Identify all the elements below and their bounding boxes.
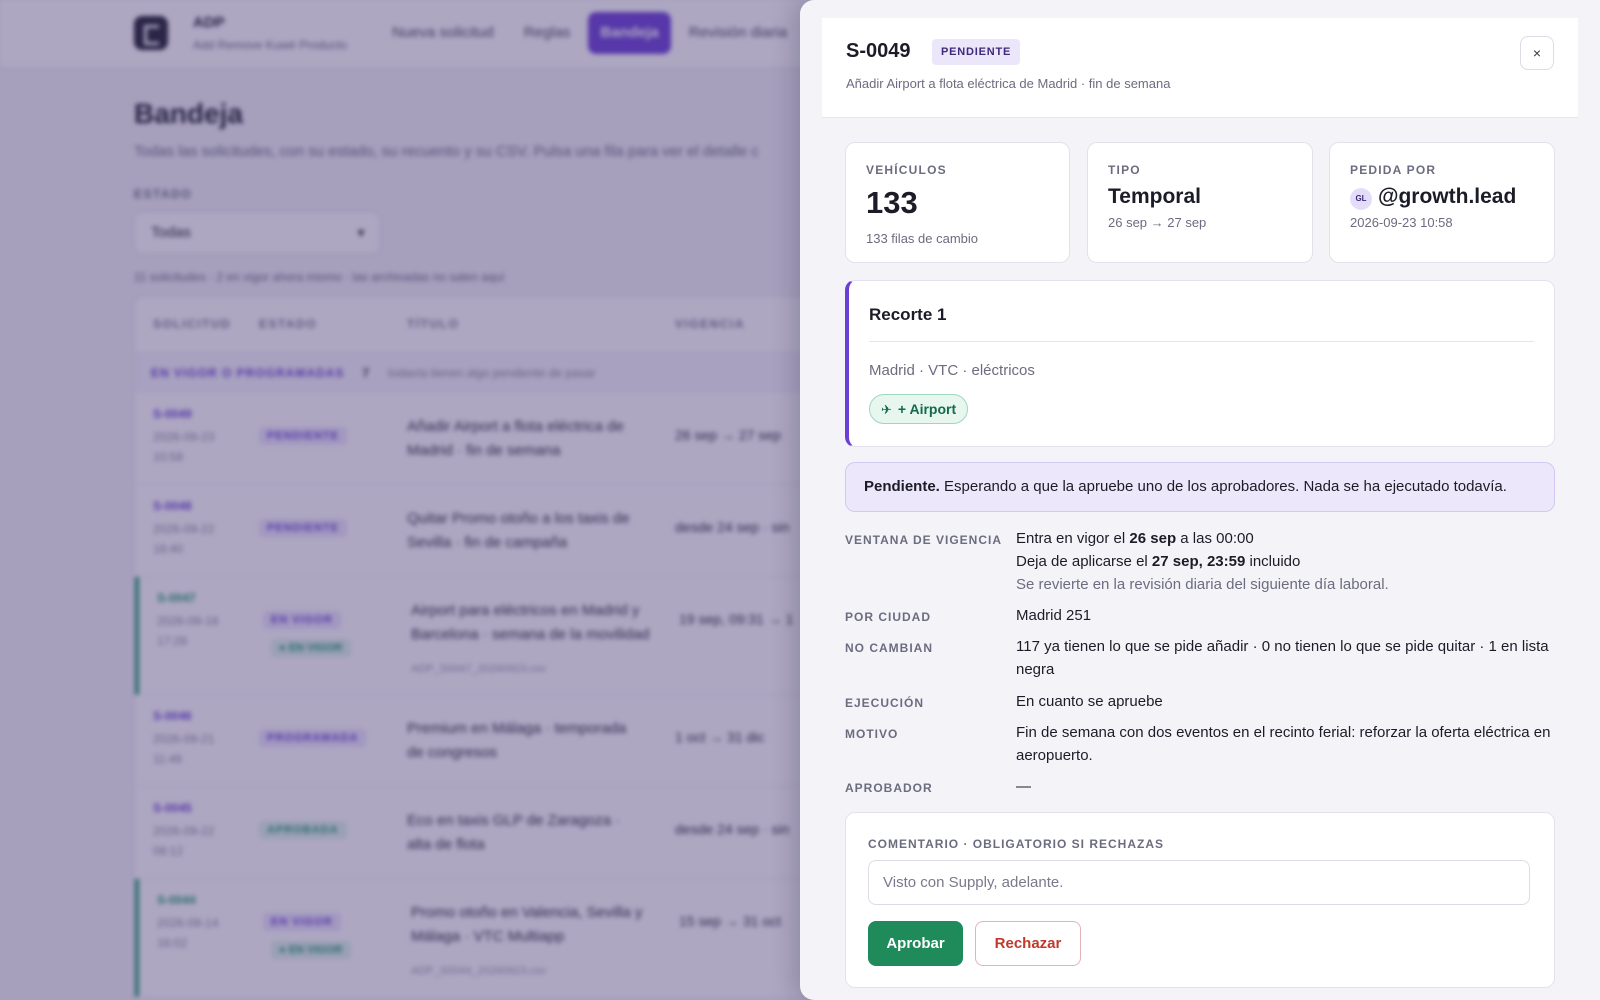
status-badge: PENDIENTE: [932, 39, 1021, 65]
detail-motivo: Fin de semana con dos eventos en el reci…: [1016, 724, 1551, 764]
comment-label: COMENTARIO · OBLIGATORIO SI RECHAZAS: [868, 837, 1164, 851]
text: incluido: [1245, 553, 1301, 570]
close-icon: ×: [1532, 45, 1542, 61]
detail-label-ciudad: POR CIUDAD: [845, 610, 932, 624]
divider: [869, 341, 1534, 342]
status-notice: Pendiente. Esperando a que la apruebe un…: [845, 462, 1555, 512]
recorte-card: Recorte 1 Madrid · VTC · eléctricos ✈ + A…: [845, 280, 1555, 447]
status-notice-bold: Pendiente.: [864, 478, 940, 495]
close-button[interactable]: ×: [1520, 36, 1554, 70]
request-subtitle: Añadir Airport a flota eléctrica de Madr…: [846, 76, 1171, 91]
detail-ventana-line1: Entra en vigor el 26 sep a las 00:00: [1016, 527, 1556, 550]
detail-label-no-cambian: NO CAMBIAN: [845, 641, 933, 655]
recorte-title: Recorte 1: [869, 305, 947, 324]
recorte-scope: Madrid · VTC · eléctricos: [869, 362, 1035, 379]
request-id: S-0049: [846, 40, 911, 62]
comment-input[interactable]: [868, 860, 1530, 905]
approve-button[interactable]: Aprobar: [868, 921, 963, 966]
plane-icon: ✈: [881, 402, 892, 417]
detail-ventana-line2: Deja de aplicarse el 27 sep, 23:59 inclu…: [1016, 550, 1556, 573]
detail-label-ejecucion: EJECUCIÓN: [845, 696, 925, 710]
stat-value: @growth.lead: [1378, 185, 1517, 208]
detail-label-aprobador: APROBADOR: [845, 781, 933, 795]
detail-label-motivo: MOTIVO: [845, 727, 899, 741]
stat-sub: 2026-09-23 10:58: [1350, 215, 1453, 230]
stat-label: PEDIDA POR: [1350, 163, 1437, 177]
detail-ventana-line3: Se revierte en la revisión diaria del si…: [1016, 576, 1389, 593]
drawer-header: S-0049 PENDIENTE Añadir Airport a flota …: [822, 18, 1578, 118]
status-notice-text: Esperando a que la apruebe uno de los ap…: [939, 478, 1507, 495]
stat-card-vehiculos: VEHÍCULOS 133 133 filas de cambio: [845, 142, 1070, 263]
detail-aprobador: —: [1016, 778, 1031, 795]
stat-value: 133: [866, 185, 918, 220]
reject-button[interactable]: Rechazar: [975, 921, 1081, 966]
detail-no-cambian: 117 ya tienen lo que se pide añadir · 0 …: [1016, 638, 1549, 678]
detail-label-ventana: VENTANA DE VIGENCIA: [845, 533, 1003, 547]
request-detail-drawer: S-0049 PENDIENTE Añadir Airport a flota …: [800, 0, 1600, 1000]
stat-sub: 133 filas de cambio: [866, 231, 979, 246]
stat-value: Temporal: [1108, 185, 1201, 208]
chip-label: + Airport: [897, 401, 957, 417]
comment-card: COMENTARIO · OBLIGATORIO SI RECHAZAS Apr…: [845, 812, 1555, 988]
end-date: 27 sep, 23:59: [1151, 553, 1246, 570]
stat-label: VEHÍCULOS: [866, 163, 947, 177]
avatar: GL: [1350, 188, 1372, 210]
detail-ciudad: Madrid 251: [1016, 607, 1092, 624]
text: Entra en vigor el: [1016, 530, 1130, 547]
start-date: 26 sep: [1129, 530, 1177, 547]
stat-card-tipo: TIPO Temporal 26 sep → 27 sep: [1087, 142, 1313, 263]
product-chip-airport: ✈ + Airport: [869, 394, 969, 424]
stat-card-pedida-por: PEDIDA POR GL @growth.lead 2026-09-23 10…: [1329, 142, 1555, 263]
text: Deja de aplicarse el: [1016, 553, 1152, 570]
stat-sub: 26 sep → 27 sep: [1108, 215, 1207, 230]
text: a las 00:00: [1176, 530, 1254, 547]
detail-ejecucion: En cuanto se apruebe: [1016, 693, 1163, 710]
stat-label: TIPO: [1108, 163, 1141, 177]
